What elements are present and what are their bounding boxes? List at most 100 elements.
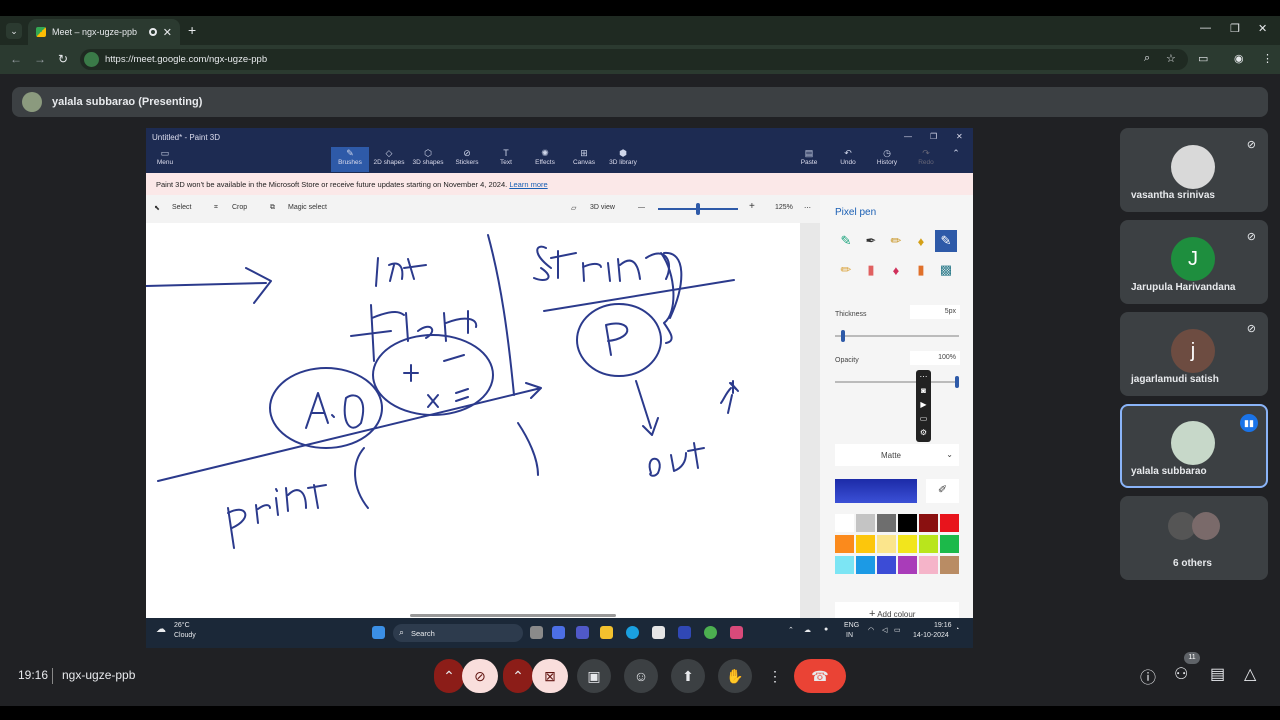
input-language: ENG [844,622,860,629]
paren-open [354,447,369,509]
browser-menu-icon[interactable]: ⋮ [1262,52,1273,65]
reload-button[interactable]: ↻ [58,52,68,66]
activities-icon[interactable]: △ [1244,664,1256,684]
new-tab-button[interactable]: + [188,22,196,38]
more-options-button[interactable]: ⋮ [765,659,785,693]
floating-capture-bar: ⋯ ◙ ▶ ▭ ⚙ [916,370,931,442]
forward-button[interactable]: → [34,52,46,66]
participant-tile[interactable]: j ⊘ jagarlamudi satish [1120,312,1268,396]
ribbon-redo: ↷ Redo [907,147,945,172]
divider [52,668,53,684]
ribbon-label: Brushes [338,159,362,166]
others-label: 6 others [1173,558,1212,569]
meeting-info-icon[interactable]: ⓘ [1140,664,1156,688]
windows-start-icon [372,626,385,639]
participant-name: yalala subbarao [1131,466,1207,477]
color-swatch [898,535,917,553]
paint3d-toolbar: ⬉ Select ⌗ Crop ⧉ Magic select ▱ 3D view… [146,195,820,223]
participant-tile[interactable]: J ⊘ Jarupula Harivandana [1120,220,1268,304]
ribbon-collapse: ⌃ [942,147,970,172]
3d-view-icon: ▱ [571,205,577,212]
panel-title: Pixel pen [835,207,877,218]
ao-letters [305,392,365,429]
video-options-button[interactable]: ⌃ [503,659,533,693]
others-tile[interactable]: 6 others [1120,496,1268,580]
audio-options-button[interactable]: ⌃ [434,659,464,693]
paste-icon: ▤ [804,148,814,158]
drawing-canvas [146,223,800,618]
color-swatch [835,556,854,574]
p-letter [605,322,629,356]
crop-icon: ⌗ [214,204,218,211]
raise-hand-button[interactable]: ✋ [718,659,752,693]
screen-icon: ▭ [919,414,928,423]
notice-text: Paint 3D won't be available in the Micro… [156,180,508,189]
calligraphy-pen-icon: ✒ [865,233,877,248]
side-panel-icon[interactable]: ▭ [1198,52,1208,65]
video-icon: ▶ [920,400,927,409]
current-color [835,479,917,503]
color-swatch [919,556,938,574]
thickness-slider [835,335,959,337]
participant-count-badge: 11 [1184,652,1200,664]
store-icon [652,626,665,639]
oil-brush-icon: ✏ [890,233,902,248]
chevron-down-icon: ⌄ [946,450,953,459]
ribbon-undo: ↶ Undo [829,147,867,172]
learn-more-link: Learn more [509,180,548,189]
meeting-clock: 19:16 [18,668,49,682]
zoom-slider-thumb [696,203,700,215]
more-icon: ⋯ [919,372,928,381]
meet-controls: 19:16 ngx-ugze-ppb ⌃ ⊘ ⌃ ⊠ ▣ ☺ ⬆ ✋ ⋮ ☎ ⓘ… [0,648,1280,706]
captions-button[interactable]: ▣ [577,659,611,693]
magic-select-tool: Magic select [288,204,327,211]
speaker-icon: ◁ [882,627,888,634]
zoom-icon[interactable]: ⌕ [1144,52,1150,65]
p3d-minimize: — [904,132,912,141]
meet-favicon-icon [36,27,46,37]
present-screen-button[interactable]: ⬆ [671,659,705,693]
ribbon-label: Menu [156,159,174,166]
color-swatch [919,514,938,532]
out-stroke [648,442,705,477]
color-swatch [856,514,875,532]
color-swatch [877,514,896,532]
presenter-name: yalala subbarao (Presenting) [52,96,203,108]
tab-search-button[interactable]: ⌄ [6,23,22,39]
3d-view-toggle: 3D view [590,204,615,211]
chat-icon[interactable]: ▤ [1210,664,1225,684]
emoji-reaction-button[interactable]: ☺ [624,659,658,693]
ribbon-3d-library: ⬢ 3D library [604,147,642,172]
mic-off-button[interactable]: ⊘ [462,659,498,693]
camera-off-button[interactable]: ⊠ [532,659,568,693]
minimize-button[interactable]: — [1200,22,1211,34]
bookmark-star-icon[interactable]: ☆ [1166,52,1176,65]
back-button[interactable]: ← [10,52,22,66]
tab-close-icon[interactable]: ✕ [163,26,172,39]
participant-tile-active[interactable]: ▮▮ yalala subbarao [1120,404,1268,488]
participant-name: jagarlamudi satish [1131,374,1219,385]
underline-stroke [543,279,735,312]
address-bar[interactable]: https://meet.google.com/ngx-ugze-ppb ⌕ ☆ [80,49,1188,70]
shared-screen: Untitled* - Paint 3D — ❐ ✕ ▭ Menu ✎ Brushe… [146,128,973,648]
sticker-icon: ⊘ [463,148,471,158]
ribbon-paste: ▤ Paste [790,147,828,172]
float-stroke [350,304,478,362]
color-swatch [856,556,875,574]
close-window-button[interactable]: ✕ [1258,22,1267,35]
ribbon-history: ◷ History [868,147,906,172]
browser-tab[interactable]: Meet – ngx-ugze-ppb ✕ [28,19,180,45]
site-info-icon[interactable] [84,52,99,67]
paint3d-title: Untitled* - Paint 3D [146,128,973,145]
profile-avatar[interactable]: ◉ [1234,52,1244,65]
people-icon[interactable]: ⚇ [1174,664,1188,684]
select-tool: Select [172,204,192,211]
participant-tile[interactable]: ⊘ vasantha srinivas [1120,128,1268,212]
ribbon-label: Paste [800,159,818,166]
mic-off-icon: ⊘ [1246,323,1256,335]
zoom-in-icon: + [749,201,755,212]
eyedropper-icon: ✐ [926,479,959,503]
participant-avatar [1171,145,1215,189]
leave-call-button[interactable]: ☎ [794,659,846,693]
restore-button[interactable]: ❐ [1230,22,1240,35]
